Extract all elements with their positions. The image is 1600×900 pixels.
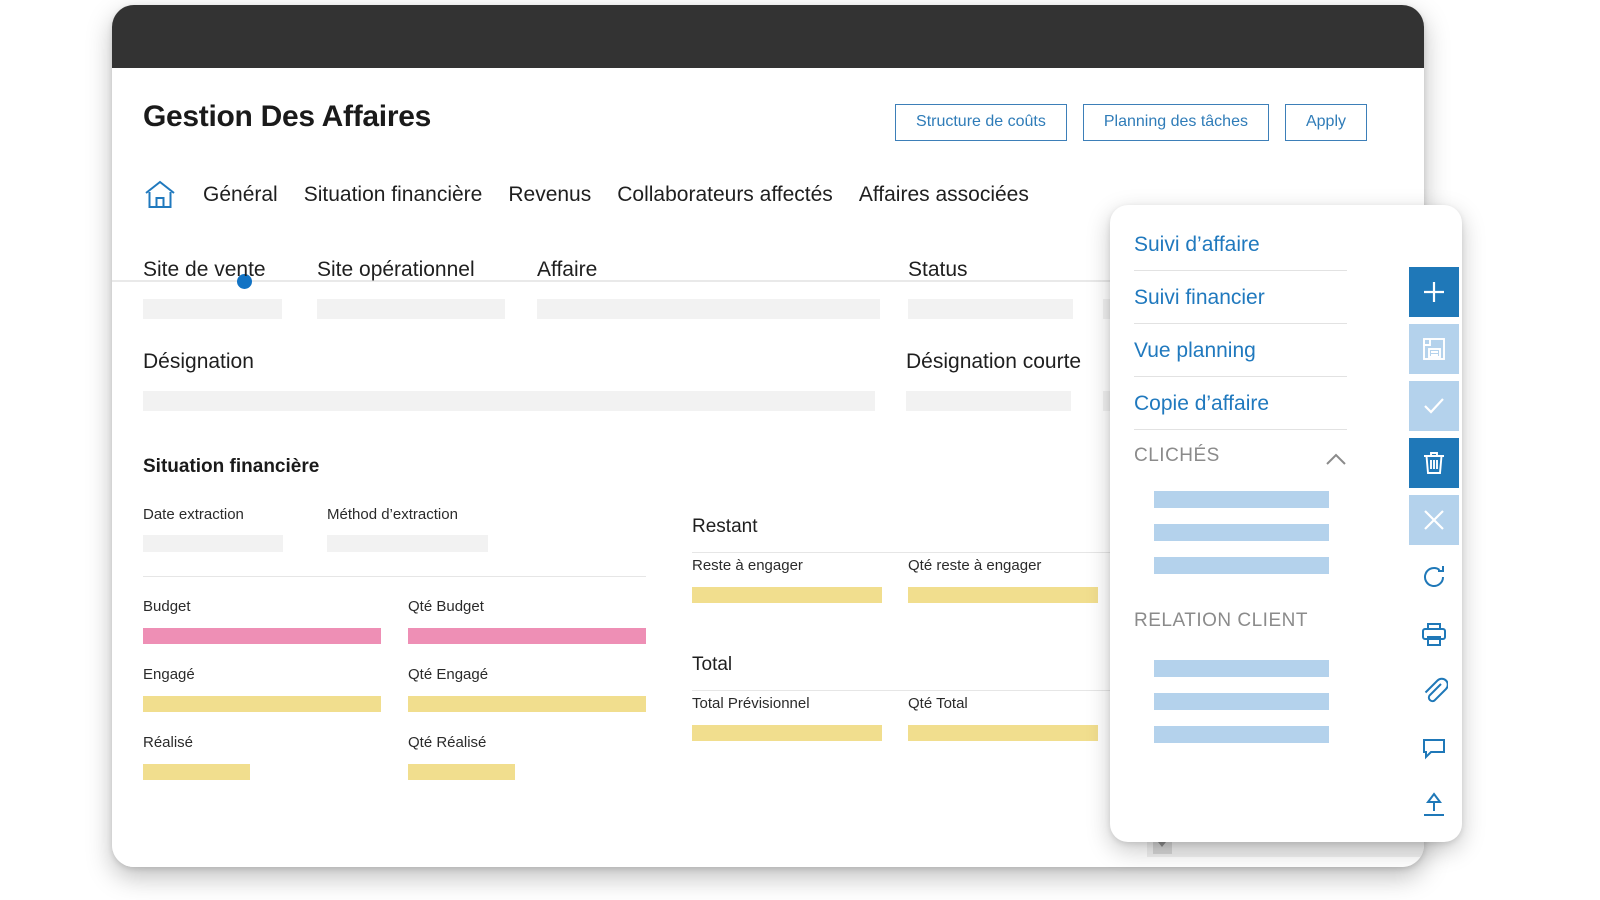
qte-realise-bar bbox=[408, 764, 515, 780]
field-date-extraction: Date extraction bbox=[143, 506, 283, 552]
attachment-icon[interactable] bbox=[1409, 666, 1459, 716]
comment-icon[interactable] bbox=[1409, 723, 1459, 773]
plus-icon[interactable] bbox=[1409, 267, 1459, 317]
field-site-operationnel: Site opérationnel bbox=[317, 258, 505, 319]
action-icon-rail bbox=[1409, 267, 1459, 837]
planning-des-taches-button[interactable]: Planning des tâches bbox=[1082, 104, 1269, 141]
placeholder-row bbox=[1154, 557, 1329, 574]
metric-label: Qté reste à engager bbox=[908, 557, 1042, 574]
metric-label: Qté Total bbox=[908, 695, 968, 712]
field-label: Site de vente bbox=[143, 258, 266, 281]
placeholder-row bbox=[1154, 524, 1329, 541]
budget-bar bbox=[143, 628, 381, 644]
field-affaire: Affaire bbox=[537, 258, 880, 319]
home-icon[interactable] bbox=[143, 179, 177, 211]
metric-qte-engage: Qté Engagé bbox=[408, 666, 646, 712]
tab-general[interactable]: Général bbox=[203, 183, 278, 207]
metric-qte-reste-a-engager: Qté reste à engager bbox=[908, 557, 1098, 603]
field-designation: Désignation bbox=[143, 350, 875, 411]
metric-label: Total Prévisionnel bbox=[692, 695, 810, 712]
metric-label: Qté Budget bbox=[408, 598, 484, 615]
metric-engage: Engagé bbox=[143, 666, 381, 712]
panel-section-cliches[interactable]: CLICHÉS bbox=[1134, 445, 1347, 467]
metric-label: Qté Réalisé bbox=[408, 734, 487, 751]
header-actions: Structure de coûts Planning des tâches A… bbox=[895, 104, 1367, 141]
side-panel: Suivi d’affaire Suivi financier Vue plan… bbox=[1110, 205, 1462, 842]
status-input[interactable] bbox=[908, 299, 1073, 319]
qte-total-bar bbox=[908, 725, 1098, 741]
qte-engage-bar bbox=[408, 696, 646, 712]
panel-link-vue-planning[interactable]: Vue planning bbox=[1134, 339, 1347, 377]
date-extraction-input[interactable] bbox=[143, 535, 283, 552]
field-label: Affaire bbox=[537, 258, 598, 281]
designation-input[interactable] bbox=[143, 391, 875, 411]
field-label: Méthod d’extraction bbox=[327, 506, 458, 523]
field-label: Site opérationnel bbox=[317, 258, 475, 281]
metric-label: Qté Engagé bbox=[408, 666, 489, 683]
reste-a-engager-bar bbox=[692, 587, 882, 603]
panel-link-copie-daffaire[interactable]: Copie d’affaire bbox=[1134, 392, 1347, 430]
tab-situation-financiere[interactable]: Situation financière bbox=[304, 183, 483, 207]
refresh-icon[interactable] bbox=[1409, 552, 1459, 602]
panel-link-suivi-daffaire[interactable]: Suivi d’affaire bbox=[1134, 233, 1347, 271]
placeholder-row bbox=[1154, 693, 1329, 710]
placeholder-row bbox=[1154, 660, 1329, 677]
metric-reste-a-engager: Reste à engager bbox=[692, 557, 882, 603]
field-label: Date extraction bbox=[143, 506, 244, 523]
qte-budget-bar bbox=[408, 628, 646, 644]
placeholder-row bbox=[1154, 726, 1329, 743]
close-icon[interactable] bbox=[1409, 495, 1459, 545]
tab-collaborateurs-affectes[interactable]: Collaborateurs affectés bbox=[617, 183, 833, 207]
metric-label: Budget bbox=[143, 598, 191, 615]
field-site-de-vente: Site de vente bbox=[143, 258, 282, 319]
field-label: Désignation courte bbox=[906, 350, 1082, 373]
tab-revenus[interactable]: Revenus bbox=[508, 183, 591, 207]
field-label: Désignation bbox=[143, 350, 254, 373]
trash-icon[interactable] bbox=[1409, 438, 1459, 488]
print-icon[interactable] bbox=[1409, 609, 1459, 659]
affaire-input[interactable] bbox=[537, 299, 880, 319]
metric-label: Engagé bbox=[143, 666, 195, 683]
engage-bar bbox=[143, 696, 381, 712]
panel-section-relation-client[interactable]: RELATION CLIENT bbox=[1134, 610, 1347, 632]
window-titlebar bbox=[112, 5, 1424, 68]
structure-de-couts-button[interactable]: Structure de coûts bbox=[895, 104, 1067, 141]
metric-label: Réalisé bbox=[143, 734, 194, 751]
save-icon[interactable] bbox=[1409, 324, 1459, 374]
qte-reste-a-engager-bar bbox=[908, 587, 1098, 603]
field-methode-extraction: Méthod d’extraction bbox=[327, 506, 488, 552]
site-de-vente-input[interactable] bbox=[143, 299, 282, 319]
panel-link-suivi-financier[interactable]: Suivi financier bbox=[1134, 286, 1347, 324]
metric-qte-realise: Qté Réalisé bbox=[408, 734, 515, 780]
field-status: Status bbox=[908, 258, 1073, 319]
total-previsionnel-bar bbox=[692, 725, 882, 741]
field-label: Status bbox=[908, 258, 968, 281]
metric-label: Reste à engager bbox=[692, 557, 803, 574]
upload-icon[interactable] bbox=[1409, 780, 1459, 830]
apply-button[interactable]: Apply bbox=[1284, 104, 1367, 141]
panel-section-label: RELATION CLIENT bbox=[1134, 610, 1308, 631]
tab-affaires-associees[interactable]: Affaires associées bbox=[859, 183, 1029, 207]
methode-extraction-input[interactable] bbox=[327, 535, 488, 552]
check-icon[interactable] bbox=[1409, 381, 1459, 431]
panel-links: Suivi d’affaire Suivi financier Vue plan… bbox=[1134, 233, 1347, 759]
financial-divider bbox=[143, 576, 646, 577]
metric-total-previsionnel: Total Prévisionnel bbox=[692, 695, 882, 741]
placeholder-row bbox=[1154, 491, 1329, 508]
screenshot-stage: Gestion Des Affaires Structure de coûts … bbox=[0, 0, 1600, 900]
metric-qte-total: Qté Total bbox=[908, 695, 1098, 741]
field-designation-courte: Désignation courte bbox=[906, 350, 1082, 411]
chevron-up-icon[interactable] bbox=[1325, 450, 1347, 465]
designation-courte-input[interactable] bbox=[906, 391, 1071, 411]
panel-section-label: CLICHÉS bbox=[1134, 445, 1220, 466]
realise-bar bbox=[143, 764, 250, 780]
page-title: Gestion Des Affaires bbox=[143, 100, 431, 133]
metric-realise: Réalisé bbox=[143, 734, 250, 780]
metric-budget: Budget bbox=[143, 598, 381, 644]
site-operationnel-input[interactable] bbox=[317, 299, 505, 319]
metric-qte-budget: Qté Budget bbox=[408, 598, 646, 644]
